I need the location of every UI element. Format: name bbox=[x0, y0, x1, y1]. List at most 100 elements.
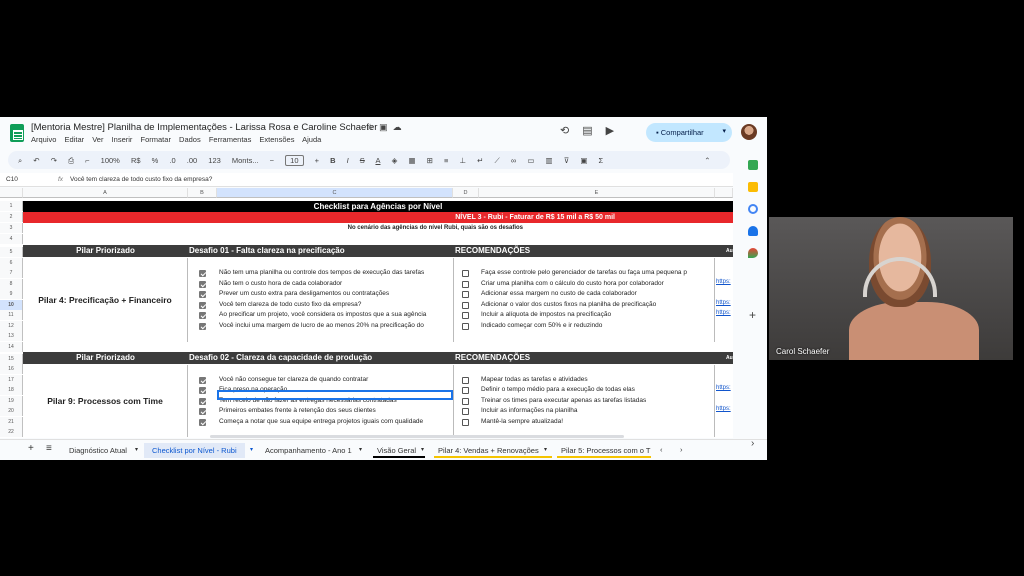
row-header[interactable]: 11 bbox=[0, 310, 23, 321]
tab-checklist-rubi[interactable]: Checklist por Nível - Rubi bbox=[144, 443, 245, 458]
row-header[interactable]: 17 bbox=[0, 375, 23, 386]
row-header[interactable]: 6 bbox=[0, 258, 23, 269]
checkbox-checked[interactable] bbox=[199, 290, 206, 298]
add-addon-icon[interactable]: + bbox=[749, 308, 756, 322]
formula-input[interactable]: Você tem clareza de todo custo fixo da e… bbox=[70, 176, 212, 183]
undo-icon[interactable]: ↶ bbox=[33, 156, 39, 165]
recommendation-item[interactable]: Indicado começar com 50% e ir reduzindo bbox=[462, 321, 712, 331]
tab-visao-geral[interactable]: Visão Geral bbox=[377, 446, 416, 455]
strikethrough-icon[interactable]: S bbox=[360, 156, 365, 165]
recommendation-item[interactable]: Definir o tempo médio para a execução de… bbox=[462, 385, 712, 395]
checkbox-checked[interactable] bbox=[199, 280, 206, 288]
checkbox-checked[interactable] bbox=[199, 376, 206, 384]
recommendation-item[interactable]: Incluir as informações na planilha bbox=[462, 406, 712, 416]
italic-icon[interactable]: I bbox=[347, 156, 349, 165]
chevron-down-icon[interactable]: ▾ bbox=[544, 446, 547, 453]
horizontal-scrollbar[interactable] bbox=[210, 435, 624, 438]
row-header[interactable]: 4 bbox=[0, 234, 23, 245]
paint-format-icon[interactable]: ⌐ bbox=[85, 156, 89, 165]
number-format-button[interactable]: 123 bbox=[208, 156, 221, 165]
menu-arquivo[interactable]: Arquivo bbox=[31, 135, 56, 144]
checkbox-unchecked[interactable] bbox=[462, 418, 469, 426]
expand-panel-icon[interactable]: › bbox=[751, 438, 754, 449]
recommendation-item[interactable]: Treinar os times para executar apenas as… bbox=[462, 396, 712, 406]
checkbox-checked[interactable] bbox=[199, 311, 206, 319]
list-item[interactable]: Começa a notar que sua equipe entrega pr… bbox=[199, 417, 449, 427]
document-title[interactable]: [Mentoria Mestre] Planilha de Implementa… bbox=[31, 122, 377, 133]
redo-icon[interactable]: ↷ bbox=[51, 156, 57, 165]
history-icon[interactable]: ⟲ bbox=[560, 125, 582, 137]
chevron-down-icon[interactable]: ▾ bbox=[135, 446, 138, 453]
list-item[interactable]: Não tem o custo hora de cada colaborador bbox=[199, 279, 449, 289]
borders-icon[interactable]: ▦ bbox=[408, 156, 415, 165]
recommendation-item[interactable]: Faça esse controle pelo gerenciador de t… bbox=[462, 268, 712, 278]
row-header[interactable]: 20 bbox=[0, 406, 23, 417]
merge-cells-icon[interactable]: ⊞ bbox=[427, 156, 433, 165]
checkbox-unchecked[interactable] bbox=[462, 376, 469, 384]
row-header[interactable]: 21 bbox=[0, 417, 23, 428]
row-header[interactable]: 9 bbox=[0, 289, 23, 300]
add-sheet-button[interactable]: + bbox=[28, 443, 34, 454]
row-header[interactable]: 16 bbox=[0, 364, 23, 375]
menu-ver[interactable]: Ver bbox=[92, 135, 103, 144]
sheets-logo-icon[interactable] bbox=[10, 124, 24, 142]
menu-extensoes[interactable]: Extensões bbox=[259, 135, 294, 144]
collapse-toolbar-icon[interactable]: ⌃ bbox=[704, 156, 710, 165]
row-header[interactable]: 22 bbox=[0, 427, 23, 438]
column-header-c[interactable]: C bbox=[217, 188, 453, 198]
link-cell[interactable]: https: bbox=[716, 385, 731, 391]
list-item[interactable]: Prever um custo extra para desligamentos… bbox=[199, 289, 449, 299]
avatar[interactable] bbox=[741, 124, 757, 140]
scroll-tabs-right-icon[interactable]: › bbox=[680, 445, 683, 454]
text-wrap-icon[interactable]: ↵ bbox=[477, 156, 483, 165]
filter-icon[interactable]: ⊽ bbox=[564, 156, 570, 165]
row-header[interactable]: 14 bbox=[0, 342, 23, 353]
checkbox-unchecked[interactable] bbox=[462, 269, 469, 277]
calendar-icon[interactable] bbox=[748, 160, 758, 170]
checkbox-checked[interactable] bbox=[199, 322, 206, 330]
column-header-b[interactable]: B bbox=[188, 188, 217, 198]
list-item[interactable]: Você tem clareza de todo custo fixo da e… bbox=[199, 300, 449, 310]
chevron-down-icon[interactable]: ▾ bbox=[359, 446, 362, 453]
scroll-tabs-left-icon[interactable]: ‹ bbox=[660, 445, 663, 454]
tab-pilar-5[interactable]: Pilar 5: Processos com o T bbox=[561, 446, 651, 455]
percent-format-button[interactable]: % bbox=[152, 156, 159, 165]
menu-ajuda[interactable]: Ajuda bbox=[302, 135, 321, 144]
checkbox-unchecked[interactable] bbox=[462, 322, 469, 330]
contacts-icon[interactable] bbox=[748, 226, 758, 236]
comment-add-icon[interactable]: ▭ bbox=[527, 156, 534, 165]
recommendation-item[interactable]: Mapear todas as tarefas e atividades bbox=[462, 375, 712, 385]
font-select[interactable]: Monts... bbox=[232, 156, 259, 165]
checkbox-checked[interactable] bbox=[199, 418, 206, 426]
currency-format-button[interactable]: R$ bbox=[131, 156, 141, 165]
align-horizontal-icon[interactable]: ≡ bbox=[444, 156, 448, 165]
checkbox-unchecked[interactable] bbox=[462, 407, 469, 415]
tab-pilar-4[interactable]: Pilar 4: Vendas + Renovações bbox=[438, 446, 539, 455]
chevron-down-icon[interactable]: ▾ bbox=[421, 446, 424, 453]
tasks-icon[interactable] bbox=[748, 204, 758, 214]
maps-icon[interactable] bbox=[748, 248, 758, 258]
checkbox-unchecked[interactable] bbox=[462, 311, 469, 319]
search-icon[interactable]: ⌕ bbox=[18, 156, 22, 165]
recommendation-item[interactable]: Incluir a alíquota de impostos na precif… bbox=[462, 310, 712, 320]
menu-dados[interactable]: Dados bbox=[179, 135, 201, 144]
link-cell[interactable]: https: bbox=[716, 300, 731, 306]
comment-icon[interactable]: ▤ bbox=[582, 125, 605, 137]
row-header[interactable]: 8 bbox=[0, 279, 23, 290]
row-header[interactable]: 18 bbox=[0, 385, 23, 396]
row-header[interactable]: 3 bbox=[0, 223, 23, 234]
recommendation-item[interactable]: Criar uma planilha com o cálculo do cust… bbox=[462, 279, 712, 289]
column-header-f[interactable] bbox=[715, 188, 733, 198]
recommendation-item[interactable]: Adicionar o valor dos custos fixos na pl… bbox=[462, 300, 712, 310]
chevron-down-icon[interactable]: ▾ bbox=[722, 127, 726, 135]
checkbox-unchecked[interactable] bbox=[462, 301, 469, 309]
cloud-status-icon[interactable]: ☁ bbox=[393, 122, 407, 132]
row-header[interactable]: 2 bbox=[0, 212, 23, 223]
checkbox-checked[interactable] bbox=[199, 397, 206, 405]
column-header-a[interactable]: A bbox=[23, 188, 188, 198]
star-icon[interactable]: ☆ bbox=[366, 122, 379, 132]
fill-color-icon[interactable]: ◈ bbox=[392, 156, 398, 165]
row-header[interactable]: 19 bbox=[0, 396, 23, 407]
recommendation-item[interactable]: Adicionar essa margem no custo de cada c… bbox=[462, 289, 712, 299]
increase-decimal-button[interactable]: .00 bbox=[187, 156, 197, 165]
